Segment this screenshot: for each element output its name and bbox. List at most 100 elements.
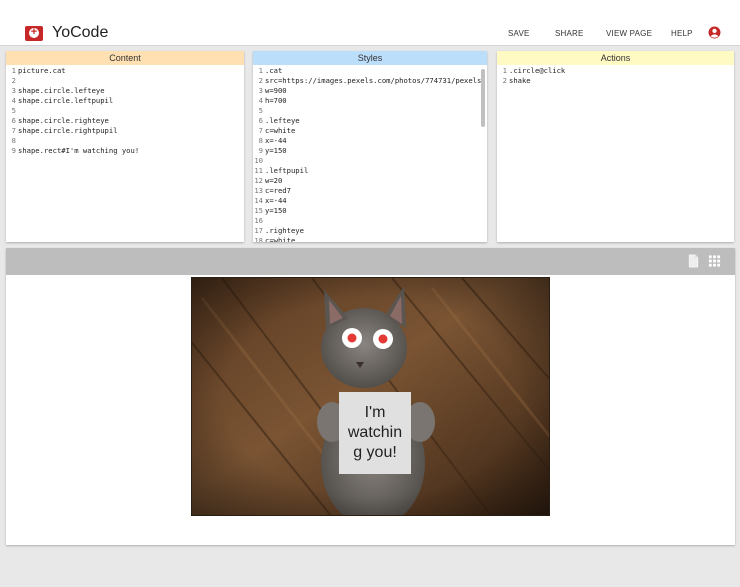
code-line[interactable]: 9 y=150	[253, 146, 487, 156]
code-line[interactable]: 9 shape.rect#I'm watching you!	[6, 146, 244, 156]
actions-panel: Actions 1 .circle@click 2 shake	[497, 51, 734, 242]
line-number: 9	[258, 146, 263, 155]
line-number: 5	[11, 106, 16, 115]
line-number: 12	[254, 176, 263, 185]
top-bar: YoCode SAVE SHARE VIEW PAGE HELP	[0, 0, 740, 46]
line-number: 11	[254, 166, 263, 175]
code-line[interactable]: 3 w=900	[253, 86, 487, 96]
line-number: 17	[254, 226, 263, 235]
document-icon[interactable]	[687, 254, 700, 268]
code-text: shape.circle.lefteye	[18, 86, 105, 95]
line-number: 1	[258, 66, 263, 75]
line-number: 6	[258, 116, 263, 125]
code-line[interactable]: 6 shape.circle.righteye	[6, 116, 244, 126]
code-line[interactable]: 15 y=150	[253, 206, 487, 216]
code-line[interactable]: 10	[253, 156, 487, 166]
content-code-editor[interactable]: 1 picture.cat 2 3 shape.circle.lefteye 4 shape…	[6, 66, 244, 242]
line-number: 8	[11, 136, 16, 145]
actions-panel-header: Actions	[497, 51, 734, 65]
code-line[interactable]: 8	[6, 136, 244, 146]
code-text: shape.circle.rightpupil	[18, 126, 118, 135]
grid-icon[interactable]	[708, 254, 721, 268]
code-line[interactable]: 14 x=-44	[253, 196, 487, 206]
left-pupil-circle	[347, 333, 357, 343]
line-number: 14	[254, 196, 263, 205]
content-panel-header: Content	[6, 51, 244, 65]
line-number: 1	[502, 66, 507, 75]
right-pupil-circle	[378, 334, 388, 344]
code-text: c=red7	[265, 186, 291, 195]
styles-scrollbar[interactable]	[481, 69, 485, 127]
code-line[interactable]: 1 .circle@click	[497, 66, 734, 76]
line-number: 15	[254, 206, 263, 215]
code-line[interactable]: 2 shake	[497, 76, 734, 86]
save-button[interactable]: SAVE	[508, 29, 530, 38]
line-number: 6	[11, 116, 16, 125]
account-circle-icon[interactable]	[708, 26, 721, 39]
code-text: src=https://images.pexels.com/photos/774…	[265, 76, 482, 85]
line-number: 18	[254, 236, 263, 242]
code-line[interactable]: 6 .lefteye	[253, 116, 487, 126]
stage-toolbar	[6, 248, 735, 275]
preview-stage: I'm watching you!	[6, 248, 735, 545]
code-line[interactable]: 1 picture.cat	[6, 66, 244, 76]
app-title: YoCode	[52, 24, 109, 41]
code-text: c=white	[265, 236, 296, 242]
code-line[interactable]: 3 shape.circle.lefteye	[6, 86, 244, 96]
code-text: shape.rect#I'm watching you!	[18, 146, 140, 155]
code-text: .lefteye	[265, 116, 300, 125]
code-line[interactable]: 7 c=white	[253, 126, 487, 136]
code-line[interactable]: 4 shape.circle.leftpupil	[6, 96, 244, 106]
code-text: shake	[509, 76, 531, 85]
code-text: x=-44	[265, 136, 287, 145]
code-line[interactable]: 8 x=-44	[253, 136, 487, 146]
yocode-logo-icon[interactable]	[25, 26, 43, 41]
line-number: 2	[502, 76, 507, 85]
line-number: 2	[11, 76, 16, 85]
code-text: .leftpupil	[265, 166, 309, 175]
code-text: .cat	[265, 66, 283, 75]
code-line[interactable]: 11 .leftpupil	[253, 166, 487, 176]
share-button[interactable]: SHARE	[555, 29, 584, 38]
content-panel: Content 1 picture.cat 2 3 shape.circle.lefte…	[6, 51, 244, 242]
code-text: y=150	[265, 206, 287, 215]
code-text: y=150	[265, 146, 287, 155]
code-line[interactable]: 5	[253, 106, 487, 116]
line-number: 10	[254, 156, 263, 165]
code-line[interactable]: 2 src=https://images.pexels.com/photos/77…	[253, 76, 487, 86]
cat-picture: I'm watching you!	[191, 277, 550, 516]
code-text: x=-44	[265, 196, 287, 205]
help-button[interactable]: HELP	[671, 29, 693, 38]
styles-panel-header: Styles	[253, 51, 487, 65]
code-text: w=900	[265, 86, 287, 95]
line-number: 3	[11, 86, 16, 95]
line-number: 4	[258, 96, 263, 105]
code-line[interactable]: 17 .righteye	[253, 226, 487, 236]
view-page-button[interactable]: VIEW PAGE	[606, 29, 652, 38]
code-line[interactable]: 12 w=20	[253, 176, 487, 186]
code-text: h=700	[265, 96, 287, 105]
line-number: 1	[11, 66, 16, 75]
code-text: .circle@click	[509, 66, 566, 75]
code-text: w=20	[265, 176, 283, 185]
code-text: .righteye	[265, 226, 304, 235]
code-line[interactable]: 16	[253, 216, 487, 226]
line-number: 16	[254, 216, 263, 225]
code-text: shape.circle.righteye	[18, 116, 109, 125]
code-line[interactable]: 13 c=red7	[253, 186, 487, 196]
code-line[interactable]: 2	[6, 76, 244, 86]
code-text: c=white	[265, 126, 296, 135]
styles-panel: Styles 1 .cat 2 src=https://images.pexels.c…	[253, 51, 487, 242]
line-number: 8	[258, 136, 263, 145]
code-line[interactable]: 18 c=white	[253, 236, 487, 242]
code-line[interactable]: 7 shape.circle.rightpupil	[6, 126, 244, 136]
watching-sign[interactable]: I'm watching you!	[339, 392, 411, 474]
code-line[interactable]: 4 h=700	[253, 96, 487, 106]
styles-code-editor[interactable]: 1 .cat 2 src=https://images.pexels.com/phot…	[253, 66, 487, 242]
line-number: 13	[254, 186, 263, 195]
code-line[interactable]: 5	[6, 106, 244, 116]
line-number: 5	[258, 106, 263, 115]
actions-code-editor[interactable]: 1 .circle@click 2 shake	[497, 66, 734, 242]
code-line[interactable]: 1 .cat	[253, 66, 487, 76]
line-number: 2	[258, 76, 263, 85]
